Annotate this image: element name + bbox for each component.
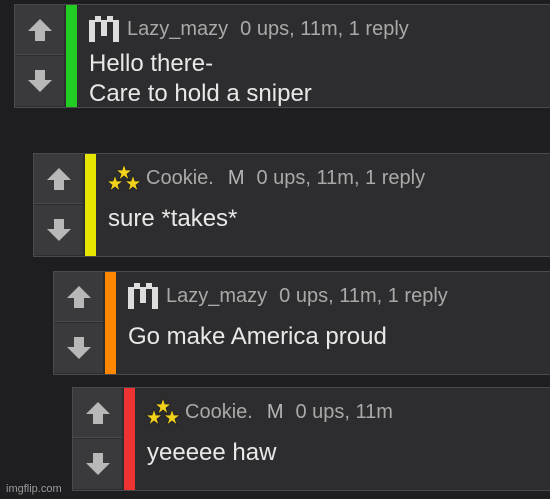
- comment-meta: 0 ups, 11m, 1 reply: [279, 284, 448, 307]
- watermark: imgflip.com: [6, 483, 62, 495]
- upvote-button[interactable]: [15, 5, 64, 55]
- mod-badge: M: [266, 400, 284, 423]
- comment-meta: 0 ups, 11m: [295, 400, 393, 423]
- vote-column: [73, 388, 123, 490]
- comment: Cookie. M 0 ups, 11m yeeeee haw: [72, 387, 550, 491]
- comment-body: Lazy_mazy 0 ups, 11m, 1 reply Hello ther…: [77, 5, 550, 107]
- comment-line: Hello there-: [89, 50, 214, 77]
- upvote-button[interactable]: [34, 154, 83, 204]
- comment-meta: 0 ups, 11m, 1 reply: [256, 166, 426, 189]
- comment-header: Lazy_mazy 0 ups, 11m, 1 reply: [126, 280, 448, 312]
- comment: Lazy_mazy 0 ups, 11m, 1 reply Go make Am…: [53, 271, 550, 375]
- arrow-down-icon: [27, 70, 52, 92]
- mod-badge: M: [227, 166, 245, 189]
- vote-column: [15, 5, 65, 107]
- arrow-down-icon: [66, 337, 91, 359]
- vote-column: [34, 154, 84, 256]
- arrow-down-icon: [85, 453, 110, 475]
- comment-text: Hello there- Care to hold a sniper: [89, 49, 543, 109]
- pixel-m-avatar-icon[interactable]: [126, 281, 162, 311]
- arrow-up-icon: [27, 18, 52, 41]
- upvote-button[interactable]: [73, 388, 122, 438]
- thread-depth-bar: [124, 388, 135, 490]
- comment-body: Cookie. M 0 ups, 11m, 1 reply sure *take…: [96, 154, 550, 256]
- comment-body: Cookie. M 0 ups, 11m yeeeee haw: [135, 388, 550, 490]
- arrow-down-icon: [46, 219, 71, 241]
- comment-text: Go make America proud: [128, 322, 543, 352]
- comment-text: yeeeee haw: [147, 438, 543, 468]
- comment: Lazy_mazy 0 ups, 11m, 1 reply Hello ther…: [14, 4, 550, 108]
- downvote-button[interactable]: [34, 205, 83, 255]
- three-stars-avatar-icon[interactable]: [145, 397, 181, 427]
- username-link[interactable]: Lazy_mazy: [127, 18, 228, 41]
- comment-line: Care to hold a sniper: [89, 80, 312, 107]
- username-link[interactable]: Lazy_mazy: [166, 285, 267, 308]
- thread-depth-bar: [85, 154, 96, 256]
- comment-header: Lazy_mazy 0 ups, 11m, 1 reply: [87, 13, 409, 45]
- comment-line: Go make America proud: [128, 323, 387, 350]
- thread-depth-bar: [105, 272, 116, 374]
- arrow-up-icon: [85, 401, 110, 424]
- thread-depth-bar: [66, 5, 77, 107]
- vote-column: [54, 272, 104, 374]
- downvote-button[interactable]: [15, 56, 64, 106]
- comment-header: Cookie. M 0 ups, 11m: [145, 396, 393, 428]
- comment-body: Lazy_mazy 0 ups, 11m, 1 reply Go make Am…: [116, 272, 550, 374]
- comment-text: sure *takes*: [108, 204, 543, 234]
- comment-line: sure *takes*: [108, 205, 238, 232]
- arrow-up-icon: [66, 285, 91, 308]
- username-link[interactable]: Cookie.: [146, 167, 214, 190]
- comment: Cookie. M 0 ups, 11m, 1 reply sure *take…: [33, 153, 550, 257]
- comment-header: Cookie. M 0 ups, 11m, 1 reply: [106, 162, 425, 194]
- arrow-up-icon: [46, 167, 71, 190]
- downvote-button[interactable]: [73, 439, 122, 489]
- comment-line: yeeeee haw: [147, 439, 277, 466]
- upvote-button[interactable]: [54, 272, 103, 322]
- username-link[interactable]: Cookie.: [185, 401, 253, 424]
- three-stars-avatar-icon[interactable]: [106, 163, 142, 193]
- pixel-m-avatar-icon[interactable]: [87, 14, 123, 44]
- comment-meta: 0 ups, 11m, 1 reply: [240, 17, 409, 40]
- downvote-button[interactable]: [54, 323, 103, 373]
